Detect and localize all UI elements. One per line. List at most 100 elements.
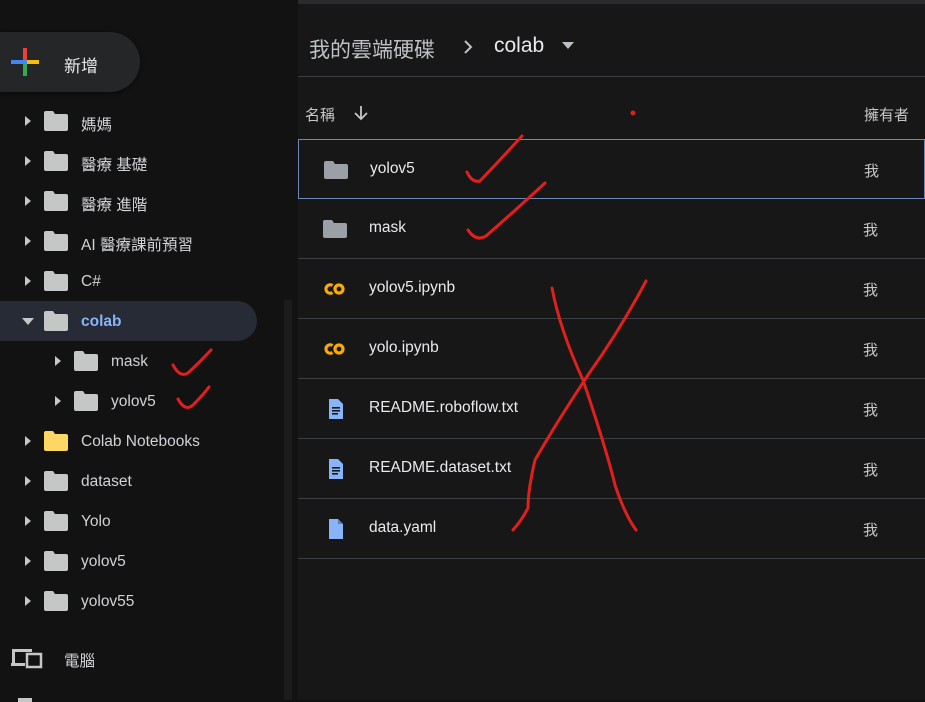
- folder-icon: [43, 470, 69, 492]
- sort-arrow-down-icon[interactable]: [352, 104, 370, 122]
- sidebar-item-label: C#: [81, 273, 101, 290]
- caret-right-icon[interactable]: [52, 395, 64, 407]
- sidebar-item-dataset[interactable]: dataset: [0, 461, 257, 501]
- computers-icon: [11, 649, 43, 669]
- file-owner: 我: [864, 163, 880, 180]
- sidebar-item-label: mask: [111, 353, 149, 370]
- folder-icon: [323, 160, 349, 180]
- column-header-name[interactable]: 名稱: [305, 104, 335, 125]
- sidebar-item-mask[interactable]: mask: [0, 341, 257, 381]
- file-owner: 我: [863, 342, 879, 359]
- folder-icon: [73, 390, 99, 412]
- sidebar-item-computers[interactable]: 電腦: [0, 640, 257, 676]
- sidebar-item-媽媽[interactable]: 媽媽: [0, 101, 257, 141]
- column-header-owner[interactable]: 擁有者: [864, 104, 909, 125]
- folder-icon: [43, 590, 69, 612]
- folder-icon: [43, 190, 69, 212]
- file-row[interactable]: yolo.ipynb 我: [298, 319, 925, 379]
- caret-right-icon[interactable]: [22, 195, 34, 207]
- caret-right-icon[interactable]: [22, 555, 34, 567]
- doc-icon: [322, 459, 348, 479]
- sidebar-item-label: yolov5: [111, 393, 156, 410]
- sidebar-item-label: 媽媽: [81, 117, 113, 134]
- file-name: mask: [369, 219, 407, 236]
- caret-right-icon[interactable]: [22, 475, 34, 487]
- sidebar-item-yolov5[interactable]: yolov5: [0, 541, 257, 581]
- sidebar-scrollbar[interactable]: [284, 300, 292, 700]
- file-owner: 我: [863, 282, 879, 299]
- doc-icon: [322, 399, 348, 419]
- file-owner: 我: [863, 522, 879, 539]
- file-owner: 我: [863, 462, 879, 479]
- new-button[interactable]: 新增: [0, 32, 140, 92]
- sidebar-item-label: 醫療 基礎: [81, 157, 148, 174]
- file-name: README.roboflow.txt: [369, 399, 519, 416]
- folder-icon: [43, 110, 69, 132]
- folder-icon: [43, 510, 69, 532]
- caret-right-icon[interactable]: [22, 275, 34, 287]
- computers-label: 電腦: [64, 653, 96, 670]
- sidebar-item-ai-醫療課前預習[interactable]: AI 醫療課前預習: [0, 221, 257, 261]
- folder-icon: [43, 150, 69, 172]
- file-row[interactable]: mask 我: [298, 199, 925, 259]
- file-icon: [322, 519, 348, 539]
- caret-down-icon[interactable]: [22, 315, 34, 327]
- file-row[interactable]: README.dataset.txt 我: [298, 439, 925, 499]
- sidebar-item-醫療-基礎[interactable]: 醫療 基礎: [0, 141, 257, 181]
- sidebar-item-label: Yolo: [81, 513, 111, 530]
- file-owner: 我: [863, 402, 879, 419]
- divider: [298, 76, 925, 77]
- folder-icon: [322, 219, 348, 239]
- sidebar-item-colab[interactable]: colab: [0, 301, 257, 341]
- breadcrumb-current[interactable]: colab: [494, 34, 544, 58]
- file-row[interactable]: yolov5 我: [298, 139, 925, 199]
- sidebar-item-label: dataset: [81, 473, 132, 490]
- file-owner: 我: [863, 222, 879, 239]
- sidebar-item-label: Colab Notebooks: [81, 433, 200, 450]
- sidebar-item-label: colab: [81, 313, 122, 330]
- sidebar-item-colab-notebooks[interactable]: Colab Notebooks: [0, 421, 257, 461]
- folder-icon: [43, 310, 69, 332]
- breadcrumb: 我的雲端硬碟 colab: [298, 28, 925, 68]
- folder-icon: [43, 270, 69, 292]
- caret-right-icon[interactable]: [22, 155, 34, 167]
- sidebar-item-label: yolov5: [81, 553, 126, 570]
- sidebar-item-yolo[interactable]: Yolo: [0, 501, 257, 541]
- folder-icon: [43, 430, 69, 452]
- folder-icon: [43, 230, 69, 252]
- folder-icon: [73, 350, 99, 372]
- sidebar-item-c#[interactable]: C#: [0, 261, 257, 301]
- caret-right-icon[interactable]: [22, 515, 34, 527]
- caret-right-icon[interactable]: [22, 435, 34, 447]
- sidebar-item-yolov55[interactable]: yolov55: [0, 581, 257, 621]
- caret-right-icon[interactable]: [22, 115, 34, 127]
- cut-off-icon: [18, 698, 32, 702]
- sidebar-item-醫療-進階[interactable]: 醫療 進階: [0, 181, 257, 221]
- caret-right-icon[interactable]: [22, 235, 34, 247]
- file-name: yolo.ipynb: [369, 339, 439, 356]
- sidebar-item-yolov5[interactable]: yolov5: [0, 381, 257, 421]
- file-row[interactable]: yolov5.ipynb 我: [298, 259, 925, 319]
- file-name: data.yaml: [369, 519, 437, 536]
- new-button-label: 新增: [64, 57, 98, 76]
- breadcrumb-root[interactable]: 我的雲端硬碟: [309, 34, 435, 64]
- file-row[interactable]: README.roboflow.txt 我: [298, 379, 925, 439]
- file-name: yolov5: [370, 160, 415, 177]
- file-name: yolov5.ipynb: [369, 279, 456, 296]
- top-search-strip: [298, 0, 925, 4]
- chevron-right-icon: [464, 40, 473, 54]
- file-list-panel: 我的雲端硬碟 colab 名稱 擁有者 yolov5 我 mask 我 yolov5.i…: [298, 0, 925, 700]
- file-row[interactable]: data.yaml 我: [298, 499, 925, 559]
- chevron-down-icon[interactable]: [562, 42, 574, 50]
- caret-right-icon[interactable]: [22, 595, 34, 607]
- sidebar-item-label: 醫療 進階: [81, 197, 148, 214]
- sidebar: 新增 媽媽醫療 基礎醫療 進階 AI 醫療課前預習 C# colab mask yolov…: [0, 0, 284, 702]
- plus-icon: [11, 48, 39, 76]
- colab-icon: [322, 339, 348, 359]
- sidebar-item-label: yolov55: [81, 593, 135, 610]
- file-name: README.dataset.txt: [369, 459, 512, 476]
- caret-right-icon[interactable]: [52, 355, 64, 367]
- sidebar-item-label: AI 醫療課前預習: [81, 237, 193, 254]
- folder-icon: [43, 550, 69, 572]
- colab-icon: [322, 279, 348, 299]
